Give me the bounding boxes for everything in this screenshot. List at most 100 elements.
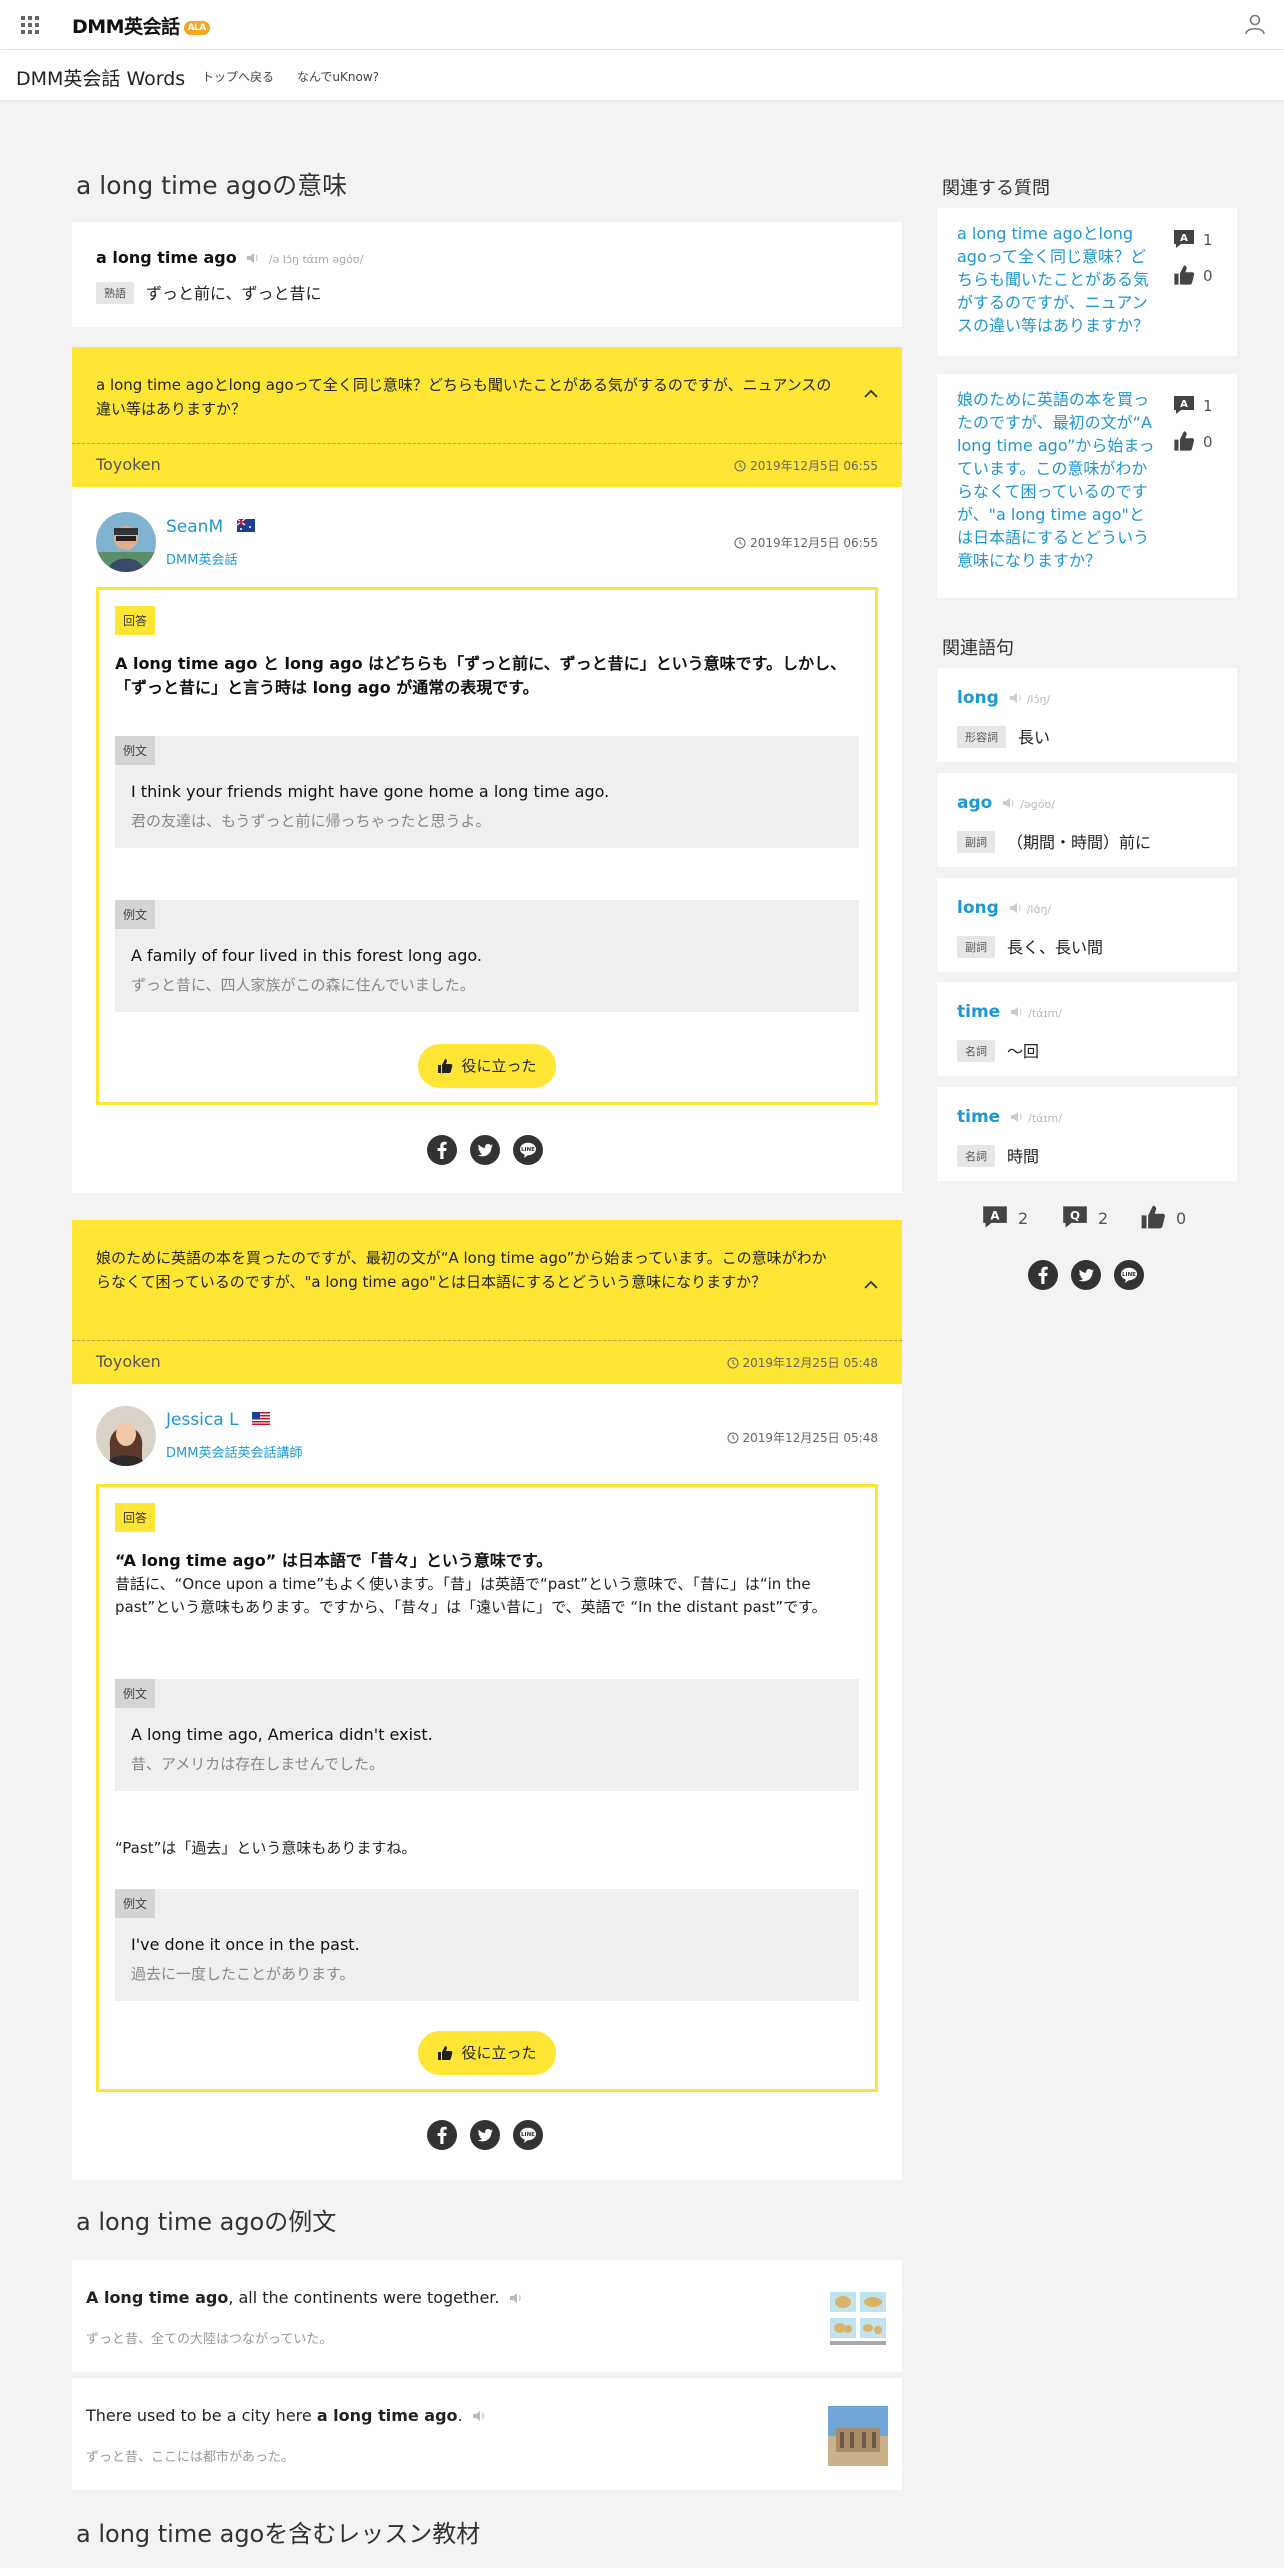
entry-meaning: ずっと前に、ずっと昔に [146, 284, 322, 303]
answer-summary: A long time ago と long ago はどちらも「ずっと前に、ず… [115, 654, 847, 697]
related-word-card[interactable]: long /lɑ́ŋ/ 副詞 長く、長い間 [937, 878, 1237, 972]
related-word-link[interactable]: ago /əɡóʊ/ [957, 793, 1055, 813]
avatar[interactable] [96, 512, 156, 572]
question-date: 2019年12月5日 06:55 [734, 457, 878, 474]
thumbs-up-icon [438, 2046, 453, 2060]
twitter-share-icon[interactable] [470, 1135, 500, 1165]
question-date: 2019年12月25日 05:48 [727, 1354, 878, 1371]
speaker-icon[interactable] [1010, 1111, 1024, 1123]
speaker-icon[interactable] [1009, 902, 1023, 914]
us-flag-icon [251, 1412, 270, 1425]
example-badge: 例文 [115, 1679, 156, 1708]
chevron-up-icon[interactable] [862, 385, 880, 403]
example-badge: 例文 [115, 1889, 156, 1918]
world-map-thumbnail[interactable] [828, 2288, 888, 2348]
related-question-card[interactable]: 娘のために英語の本を買ったのですが、最初の文が“A long time ago”… [937, 374, 1237, 598]
related-word-link[interactable]: time /tάɪm/ [957, 1107, 1062, 1127]
part-of-speech-badge: 名詞 [957, 1040, 995, 1062]
line-share-icon[interactable]: LINE [513, 2120, 543, 2150]
facebook-share-icon[interactable] [1028, 1260, 1058, 1290]
svg-text:LINE: LINE [521, 2132, 535, 2138]
chevron-up-icon[interactable] [862, 1276, 880, 1294]
page-title: a long time agoの意味 [76, 171, 348, 200]
answer-note: “Past”は「過去」という意味もありますね。 [115, 1839, 417, 1857]
part-of-speech-badge: 名詞 [957, 1145, 995, 1167]
app-grid-icon[interactable] [20, 15, 40, 35]
answerer-name[interactable]: SeanM [166, 517, 255, 537]
related-word-card[interactable]: ago /əɡóʊ/ 副詞 （期間・時間）前に [937, 773, 1237, 867]
lessons-section-title: a long time agoを含むレッスン教材 [76, 2520, 481, 2548]
example-english: A long time ago, America didn't exist. [131, 1725, 433, 1744]
like-count: 0 [1173, 430, 1213, 452]
answer-count: A1 [1173, 228, 1213, 250]
example-japanese: 君の友達は、もうずっと前に帰っちゃったと思うよ。 [131, 812, 491, 830]
helpful-button[interactable]: 役に立った [418, 2031, 556, 2075]
sub-navigation: DMM英会話 Words トップへ戻る なんでuKnow? [0, 50, 1284, 100]
thumbs-up-icon [438, 1059, 453, 1073]
avatar[interactable] [96, 1406, 156, 1466]
svg-text:A: A [1180, 233, 1188, 244]
related-question-card[interactable]: a long time agoとlong agoって全く同じ意味？どちらも聞いた… [937, 208, 1237, 356]
facebook-share-icon[interactable] [427, 2120, 457, 2150]
example-box: 例文 I think your friends might have gone … [115, 736, 859, 848]
line-share-icon[interactable]: LINE [513, 1135, 543, 1165]
answerer-org: DMM英会話英会話講師 [166, 1446, 303, 1461]
brand-title[interactable]: DMM英会話 Words [16, 64, 185, 91]
part-of-speech-badge: 副詞 [957, 831, 995, 853]
answerer-name[interactable]: Jessica L [166, 1410, 270, 1430]
question-header[interactable]: 娘のために英語の本を買ったのですが、最初の文が“A long time ago”… [72, 1220, 902, 1384]
example-japanese: 昔、アメリカは存在しませんでした。 [131, 1755, 385, 1773]
user-account-icon[interactable] [1244, 13, 1266, 35]
related-word-card[interactable]: long /lɔ́ŋ/ 形容詞 長い [937, 668, 1237, 762]
related-word-meaning: ～回 [1007, 1042, 1040, 1061]
ancient-city-thumbnail[interactable] [828, 2406, 888, 2466]
twitter-share-icon[interactable] [1071, 1260, 1101, 1290]
related-question-link[interactable]: 娘のために英語の本を買ったのですが、最初の文が“A long time ago”… [957, 388, 1157, 572]
example-box: 例文 I've done it once in the past. 過去に一度し… [115, 1889, 859, 2001]
related-word-meaning: 長く、長い間 [1007, 938, 1104, 957]
helpful-button[interactable]: 役に立った [418, 1044, 556, 1088]
example-box: 例文 A family of four lived in this forest… [115, 900, 859, 1012]
answer-badge: 回答 [115, 1503, 156, 1532]
related-question-link[interactable]: a long time agoとlong agoって全く同じ意味？どちらも聞いた… [957, 222, 1157, 337]
related-word-meaning: （期間・時間）前に [1007, 833, 1152, 852]
question-text: a long time agoとlong agoって全く同じ意味？どちらも聞いた… [96, 376, 832, 418]
related-word-link[interactable]: long /lɔ́ŋ/ [957, 688, 1050, 708]
like-count: 0 [1173, 264, 1213, 286]
back-to-top-link[interactable]: トップへ戻る [202, 68, 274, 85]
line-share-icon[interactable]: LINE [1114, 1260, 1144, 1290]
speaker-icon[interactable] [1002, 797, 1016, 809]
example-english: I think your friends might have gone hom… [131, 782, 610, 801]
twitter-share-icon[interactable] [470, 2120, 500, 2150]
divider [72, 443, 902, 444]
question-text: 娘のために英語の本を買ったのですが、最初の文が“A long time ago”… [96, 1249, 827, 1291]
speaker-icon[interactable] [472, 2410, 486, 2422]
dmm-logo[interactable]: DMM英会話 ALA [72, 12, 210, 39]
divider [72, 1340, 902, 1341]
answer-bubble-icon: A [1174, 396, 1194, 414]
speaker-icon[interactable] [509, 2292, 523, 2304]
example-japanese: ずっと昔に、四人家族がこの森に住んでいました。 [131, 976, 475, 994]
example-badge: 例文 [115, 736, 156, 765]
svg-text:LINE: LINE [521, 1147, 535, 1153]
related-word-card[interactable]: time /tάɪm/ 名詞 時間 [937, 1087, 1237, 1181]
question-header[interactable]: a long time agoとlong agoって全く同じ意味？どちらも聞いた… [72, 347, 902, 487]
question-bubble-icon: Q [1063, 1206, 1087, 1228]
answer-date: 2019年12月25日 05:48 [727, 1429, 878, 1446]
example-sentence-card: A long time ago, all the continents were… [72, 2260, 902, 2372]
total-likes-stat: 0 [1140, 1204, 1186, 1230]
entry-phonetic: /ə lɔ́ŋ tάɪm əɡóʊ/ [268, 253, 364, 266]
naze-uknow-link[interactable]: なんでuKnow? [297, 68, 379, 85]
related-word-card[interactable]: time /tάɪm/ 名詞 ～回 [937, 982, 1237, 1076]
speaker-icon[interactable] [1009, 692, 1023, 704]
svg-text:A: A [1180, 399, 1188, 410]
clock-icon [734, 537, 746, 549]
related-word-link[interactable]: long /lɑ́ŋ/ [957, 898, 1051, 918]
speaker-icon[interactable] [246, 252, 260, 264]
word-entry-card: a long time ago /ə lɔ́ŋ tάɪm əɡóʊ/ 熟語 ずっと… [72, 222, 902, 327]
facebook-share-icon[interactable] [427, 1135, 457, 1165]
speaker-icon[interactable] [1010, 1006, 1024, 1018]
svg-text:LINE: LINE [1122, 1272, 1136, 1278]
related-word-meaning: 時間 [1007, 1147, 1040, 1166]
related-word-link[interactable]: time /tάɪm/ [957, 1002, 1062, 1022]
